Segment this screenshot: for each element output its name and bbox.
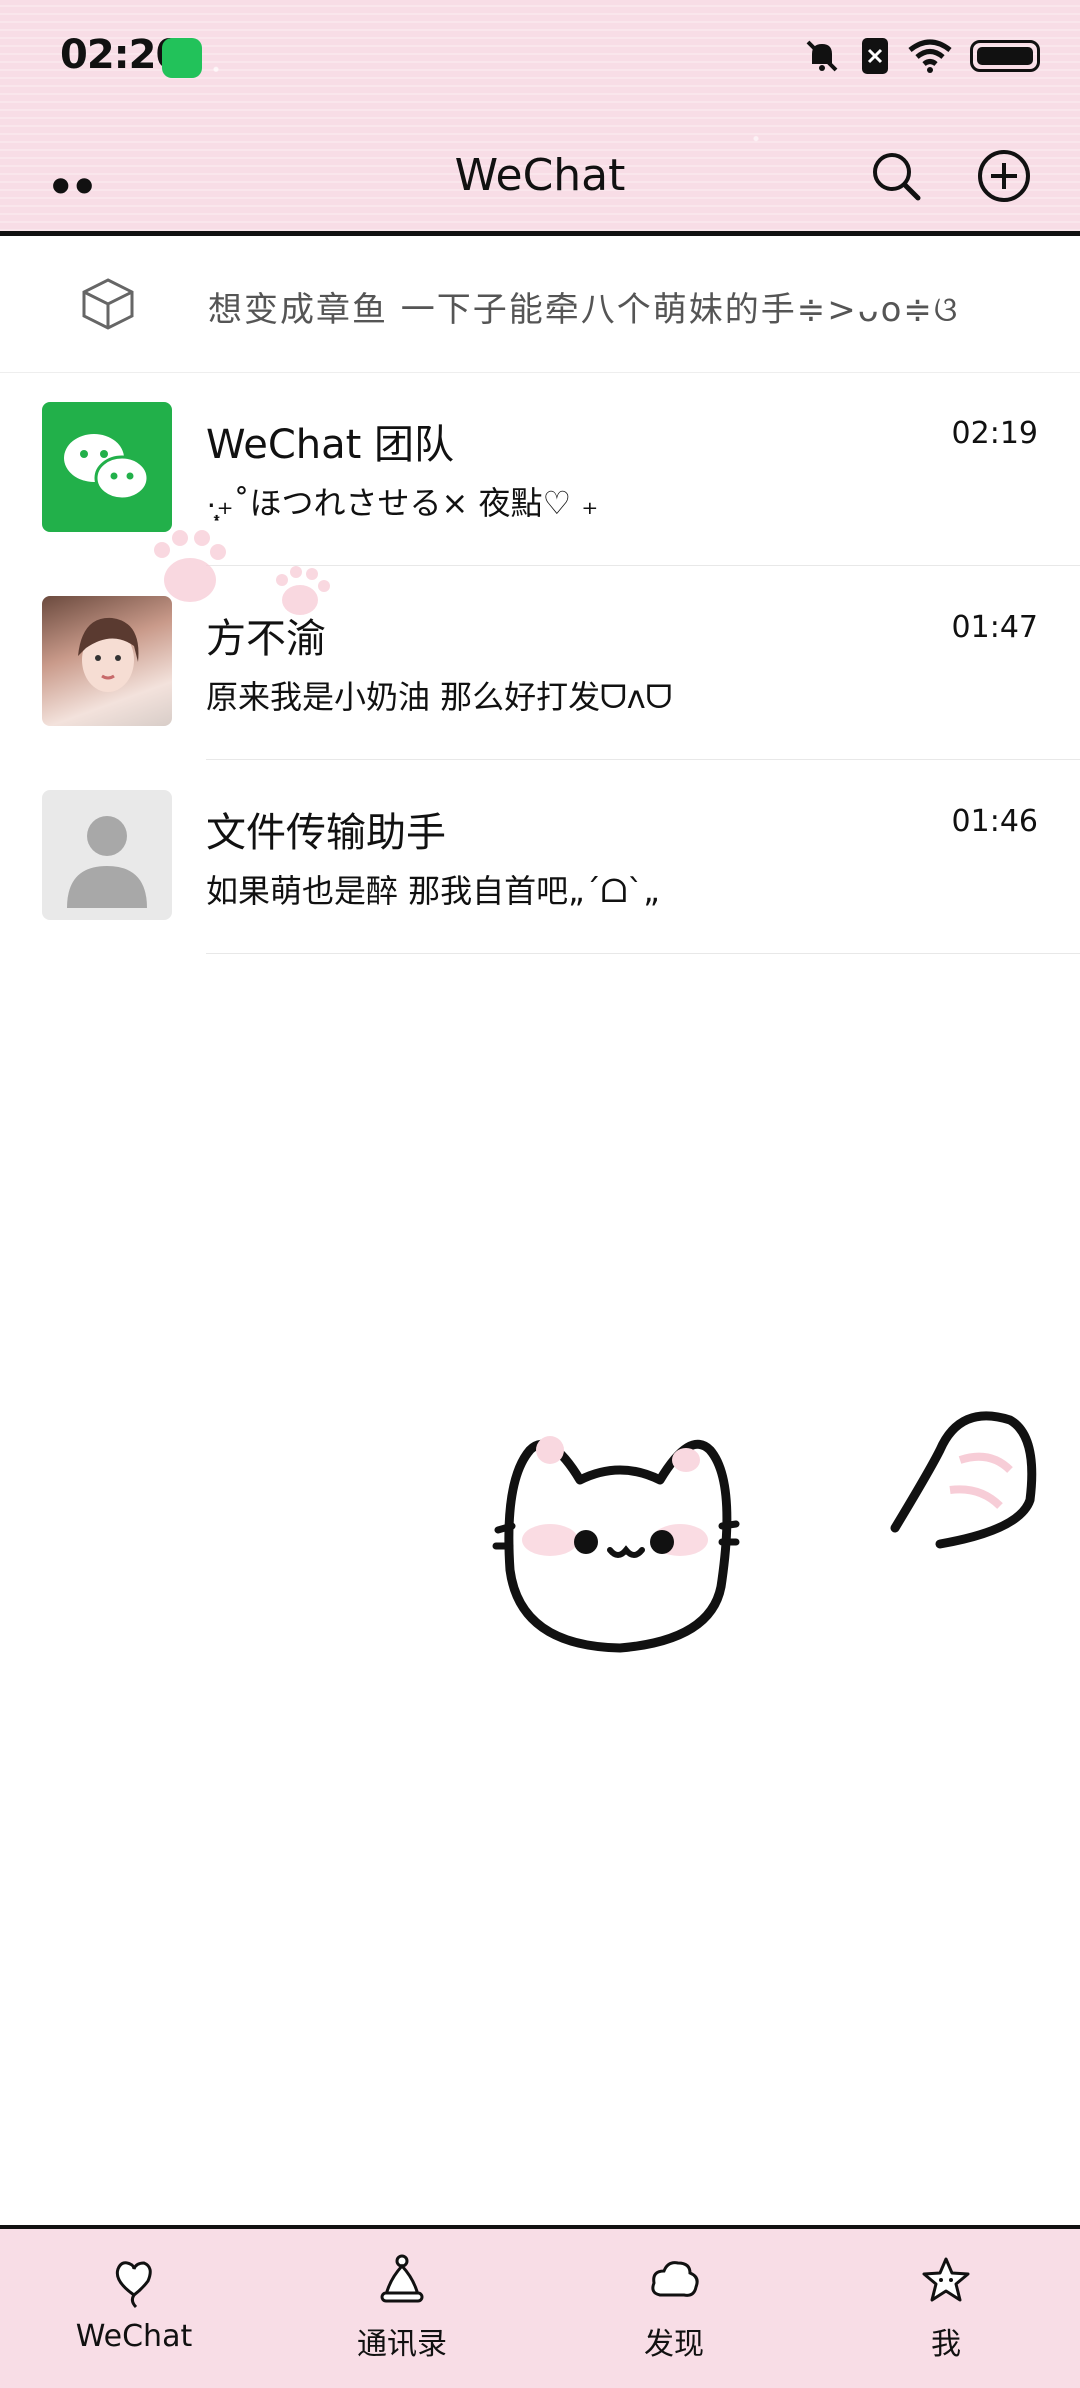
tab-label: 通讯录 <box>357 2327 447 2362</box>
wifi-icon <box>908 39 952 73</box>
tab-label: 发现 <box>644 2327 704 2362</box>
pinned-banner[interactable]: 想变成章鱼 一下子能牵八个萌妹的手≑>ᴗo≑ଓ <box>0 236 1080 373</box>
chat-preview: 如果萌也是醉 那我自首吧„ˊᗝˋ„ <box>206 872 660 910</box>
chat-time: 01:46 <box>951 804 1038 839</box>
chat-time: 01:47 <box>951 610 1038 645</box>
status-icons <box>802 36 1040 76</box>
file-transfer-avatar <box>42 790 172 920</box>
heart-balloon-icon <box>115 2261 152 2309</box>
chat-row[interactable]: 文件传输助手 如果萌也是醉 那我自首吧„ˊᗝˋ„ 01:46 <box>0 760 1080 954</box>
hat-icon <box>380 2254 424 2303</box>
search-icon[interactable] <box>868 148 924 204</box>
paw-prints-icon <box>154 530 330 615</box>
chat-name: 文件传输助手 <box>206 810 446 856</box>
chat-name: WeChat 团队 <box>206 422 455 468</box>
cloud-icon <box>651 2261 699 2297</box>
tab-me[interactable]: 我 <box>846 2253 1046 2363</box>
divider <box>206 953 1080 954</box>
bottom-tab-bar: WeChat 通讯录 发现 我 <box>0 2225 1080 2388</box>
header-bar: 02:20 ●● WeChat <box>0 0 1080 236</box>
star-icon <box>922 2257 970 2302</box>
mute-bell-icon <box>806 40 838 72</box>
battery-icon <box>970 40 1040 72</box>
cube-icon <box>82 278 134 330</box>
wechat-notification-icon <box>162 38 202 78</box>
tab-contacts[interactable]: 通讯录 <box>302 2253 502 2363</box>
add-icon[interactable] <box>976 148 1032 204</box>
cat-illustration <box>492 1411 1037 1653</box>
tab-discover[interactable]: 发现 <box>574 2253 774 2363</box>
chat-time: 02:19 <box>951 416 1038 451</box>
tab-wechat[interactable]: WeChat <box>34 2253 234 2354</box>
tab-label: WeChat <box>75 2319 193 2354</box>
chat-preview: 原来我是小奶油 那么好打发ᗜᴧᗜ <box>206 678 673 716</box>
pinned-text: 想变成章鱼 一下子能牵八个萌妹的手≑>ᴗo≑ଓ <box>208 290 960 330</box>
person-silhouette-icon <box>67 816 147 908</box>
sim-blocked-icon <box>862 38 888 74</box>
tab-label: 我 <box>931 2327 961 2362</box>
